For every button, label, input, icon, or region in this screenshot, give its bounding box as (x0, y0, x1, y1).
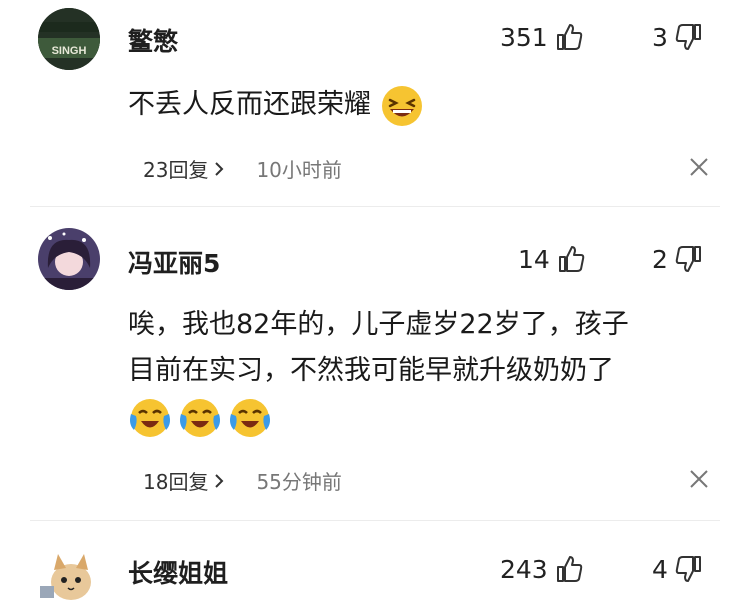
like-button[interactable]: 351 (500, 22, 584, 52)
timestamp: 10小时前 (256, 158, 342, 182)
reply-count: 23回复 (143, 158, 209, 182)
avatar-label: SINGH (52, 45, 87, 57)
dislike-button[interactable]: 4 (652, 554, 704, 584)
comment-2: 冯亚丽5 14 2 唉，我也82年的，儿子虚岁22岁了，孩子 目前在实习，不然我… (0, 210, 750, 520)
divider (30, 206, 720, 207)
thumbs-up-icon (554, 554, 584, 584)
comment-text-content: 不丢人反而还跟荣耀 (128, 89, 371, 120)
timestamp: 55分钟前 (256, 470, 342, 494)
like-button[interactable]: 243 (500, 554, 584, 584)
username[interactable]: 冯亚丽5 (128, 244, 220, 280)
comment-1: SINGH 鳘慜 351 3 不丢人反而还跟荣耀 23回复 10小时前 (0, 0, 750, 200)
close-icon[interactable] (688, 156, 710, 178)
thumbs-down-icon (674, 244, 704, 274)
crying-laughing-emoji-icon (228, 396, 272, 440)
avatar[interactable] (38, 228, 100, 290)
thumbs-down-icon (674, 554, 704, 584)
crying-emoji-row (128, 396, 272, 440)
dislike-count: 2 (652, 244, 668, 274)
avatar[interactable]: SINGH (38, 8, 100, 70)
thumbs-up-icon (556, 244, 586, 274)
close-icon[interactable] (688, 468, 710, 490)
username[interactable]: 鳘慜 (128, 22, 178, 58)
dislike-button[interactable]: 3 (652, 22, 704, 52)
comment-meta: 23回复 10小时前 (143, 154, 342, 183)
like-count: 351 (500, 22, 548, 52)
divider (30, 520, 720, 521)
reply-link[interactable]: 23回复 (143, 154, 226, 183)
dislike-count: 4 (652, 554, 668, 584)
reply-link[interactable]: 18回复 (143, 466, 226, 495)
username[interactable]: 长缨姐姐 (128, 554, 228, 590)
like-button[interactable]: 14 (518, 244, 586, 274)
dislike-count: 3 (652, 22, 668, 52)
like-count: 14 (518, 244, 550, 274)
comment-text-line-1: 唉，我也82年的，儿子虚岁22岁了，孩子 (128, 309, 629, 340)
crying-laughing-emoji-icon (128, 396, 172, 440)
comment-text: 唉，我也82年的，儿子虚岁22岁了，孩子 目前在实习，不然我可能早就升级奶奶了 (128, 302, 728, 394)
comment-text-line-2: 目前在实习，不然我可能早就升级奶奶了 (128, 355, 614, 386)
thumbs-down-icon (674, 22, 704, 52)
dislike-button[interactable]: 2 (652, 244, 704, 274)
chevron-right-icon (212, 473, 226, 489)
reply-count: 18回复 (143, 470, 209, 494)
comment-3: 长缨姐姐 243 4 (0, 524, 750, 604)
comment-text: 不丢人反而还跟荣耀 (128, 82, 728, 128)
chevron-right-icon (212, 161, 226, 177)
laughing-emoji-icon (380, 84, 424, 128)
comment-meta: 18回复 55分钟前 (143, 466, 342, 495)
like-count: 243 (500, 554, 548, 584)
crying-laughing-emoji-icon (178, 396, 222, 440)
thumbs-up-icon (554, 22, 584, 52)
